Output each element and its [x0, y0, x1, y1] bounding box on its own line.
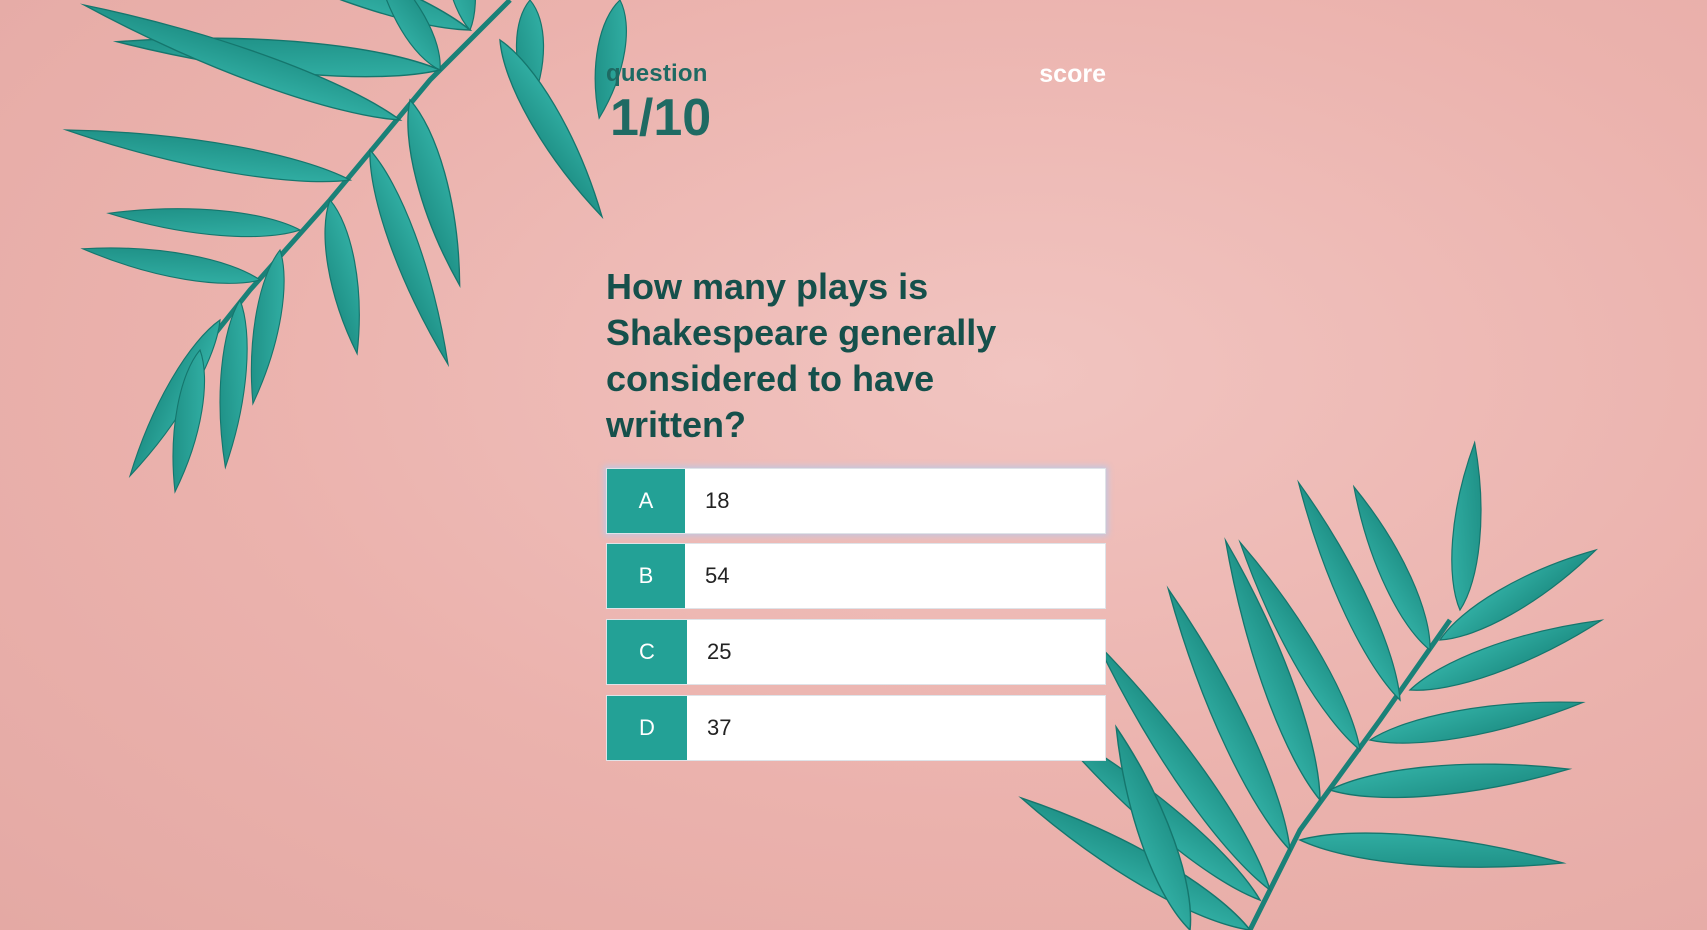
answer-letter: C — [607, 620, 687, 684]
question-text: How many plays is Shakespeare generally … — [606, 266, 997, 445]
answer-text: 54 — [705, 563, 730, 588]
question-counter: 1/10 — [610, 89, 712, 147]
answer-text: 25 — [707, 639, 732, 664]
answer-option-a[interactable]: A 18 — [606, 468, 1106, 534]
score-label: score — [1039, 60, 1106, 88]
answer-option-d[interactable]: D 37 — [606, 695, 1106, 761]
question-label: question — [606, 60, 708, 87]
answer-letter: B — [607, 544, 685, 608]
answer-option-b[interactable]: B 54 — [606, 543, 1106, 609]
answer-letter: A — [607, 469, 685, 533]
answer-list: A 18 B 54 C 25 D 37 — [606, 468, 1106, 761]
answer-letter: D — [607, 696, 687, 760]
quiz-header: question 1/10 score — [606, 58, 1106, 148]
answer-option-c[interactable]: C 25 — [606, 619, 1106, 685]
answer-text: 37 — [707, 715, 732, 740]
quiz-panel: question 1/10 score How many plays is Sh… — [606, 58, 1106, 771]
answer-text: 18 — [705, 488, 730, 513]
